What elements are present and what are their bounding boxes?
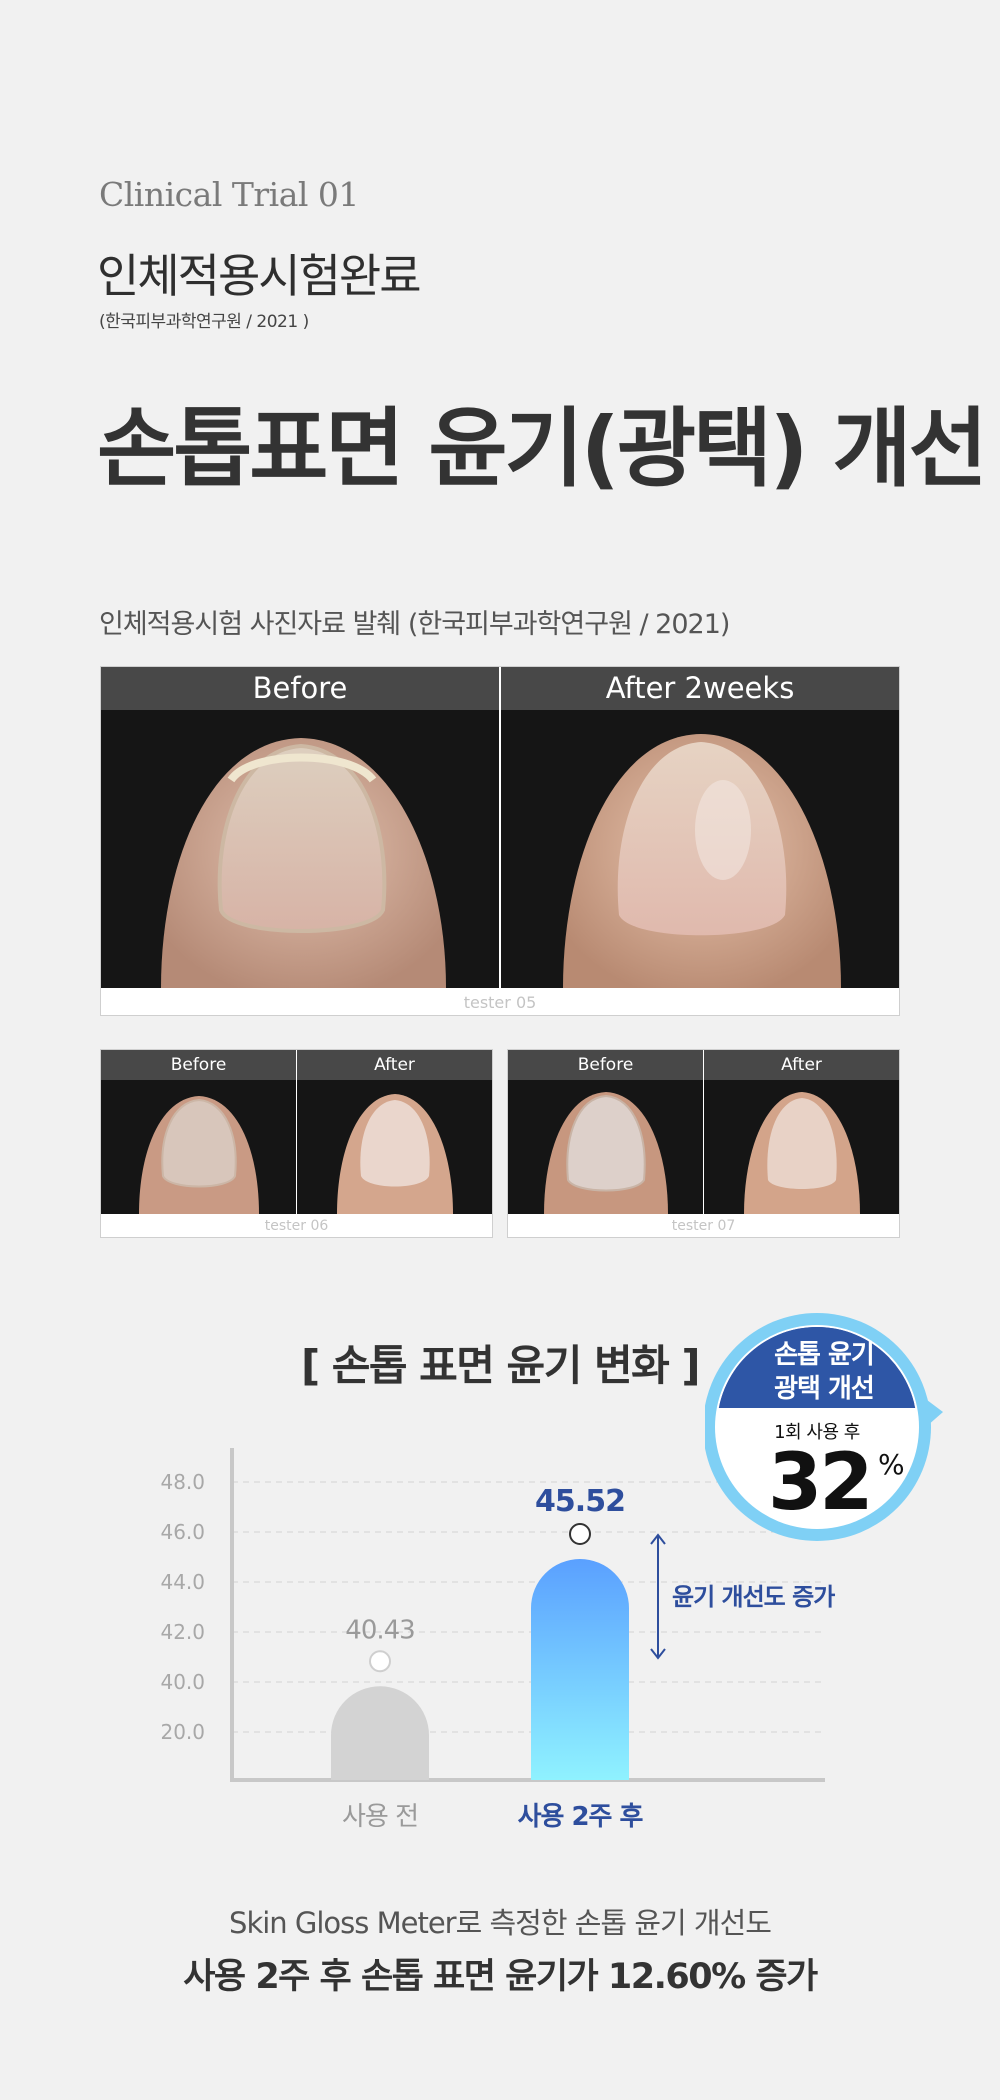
y-tick-label: 20.0 <box>160 1720 205 1744</box>
badge-headline: 손톱 윤기 광택 개선 <box>705 1338 943 1406</box>
tester-label: tester 05 <box>463 993 537 1012</box>
footer-line2: 사용 2주 후 손톱 표면 윤기가 12.60% 증가 <box>183 1957 818 1997</box>
after-photo-cell: After 2weeks <box>501 667 899 988</box>
value-marker <box>569 1523 591 1545</box>
after-photo-cell: After <box>297 1050 492 1214</box>
tester-label: tester 06 <box>264 1218 329 1234</box>
badge-unit: % <box>878 1448 905 1481</box>
before-label: Before <box>101 1050 296 1080</box>
value-marker <box>369 1650 391 1673</box>
badge-value: 32 <box>768 1438 874 1528</box>
bar-before <box>331 1686 429 1780</box>
source-note: (한국피부과학연구원 / 2021 ) <box>99 312 309 332</box>
x-category-label: 사용 2주 후 <box>518 1802 644 1832</box>
before-photo-cell: Before <box>101 667 499 988</box>
improvement-badge: 손톱 윤기 광택 개선 1회 사용 후 32 % <box>703 1308 943 1546</box>
x-category-label: 사용 전 <box>342 1802 418 1832</box>
after-label: After <box>704 1050 899 1080</box>
before-photo-cell: Before <box>508 1050 703 1214</box>
after-photo-cell: After <box>704 1050 899 1214</box>
y-tick-label: 42.0 <box>160 1620 205 1644</box>
before-label: Before <box>508 1050 703 1080</box>
before-label: Before <box>101 667 499 710</box>
y-tick-label: 46.0 <box>160 1520 205 1544</box>
after-nail-image <box>563 734 841 988</box>
small-photo-panel: Before After tester 06 <box>100 1049 493 1238</box>
before-nail-image <box>139 1096 259 1214</box>
section-subtitle: 인체적용시험완료 <box>97 249 422 303</box>
before-nail-image <box>161 738 446 988</box>
section-eyebrow: Clinical Trial 01 <box>99 175 359 214</box>
footer-line1: Skin Gloss Meter로 측정한 손톱 윤기 개선도 <box>229 1906 772 1940</box>
page-title: 손톱표면 윤기(광택) 개선 <box>97 399 988 499</box>
data-label: 45.52 <box>535 1484 625 1519</box>
after-nail-image <box>744 1092 860 1214</box>
before-photo-cell: Before <box>101 1050 296 1214</box>
after-nail-image <box>337 1094 453 1214</box>
y-tick-label: 48.0 <box>160 1470 205 1494</box>
data-label: 40.43 <box>345 1615 414 1645</box>
badge-line1: 손톱 윤기 <box>774 1340 875 1370</box>
before-nail-image <box>544 1092 668 1214</box>
after-label: After <box>297 1050 492 1080</box>
after-label: After 2weeks <box>501 667 899 710</box>
tester-label: tester 07 <box>671 1218 736 1234</box>
annotation-label: 윤기 개선도 증가 <box>672 1583 835 1611</box>
badge-line2: 광택 개선 <box>774 1374 875 1404</box>
small-photo-panel: Before After tester 07 <box>507 1049 900 1238</box>
photo-caption: 인체적용시험 사진자료 발췌 (한국피부과학연구원 / 2021) <box>99 609 730 640</box>
y-tick-label: 40.0 <box>160 1670 205 1694</box>
main-photo-panel: Before After 2weeks tester 05 <box>100 666 900 1016</box>
y-tick-label: 44.0 <box>160 1570 205 1594</box>
bar-after <box>531 1559 629 1780</box>
